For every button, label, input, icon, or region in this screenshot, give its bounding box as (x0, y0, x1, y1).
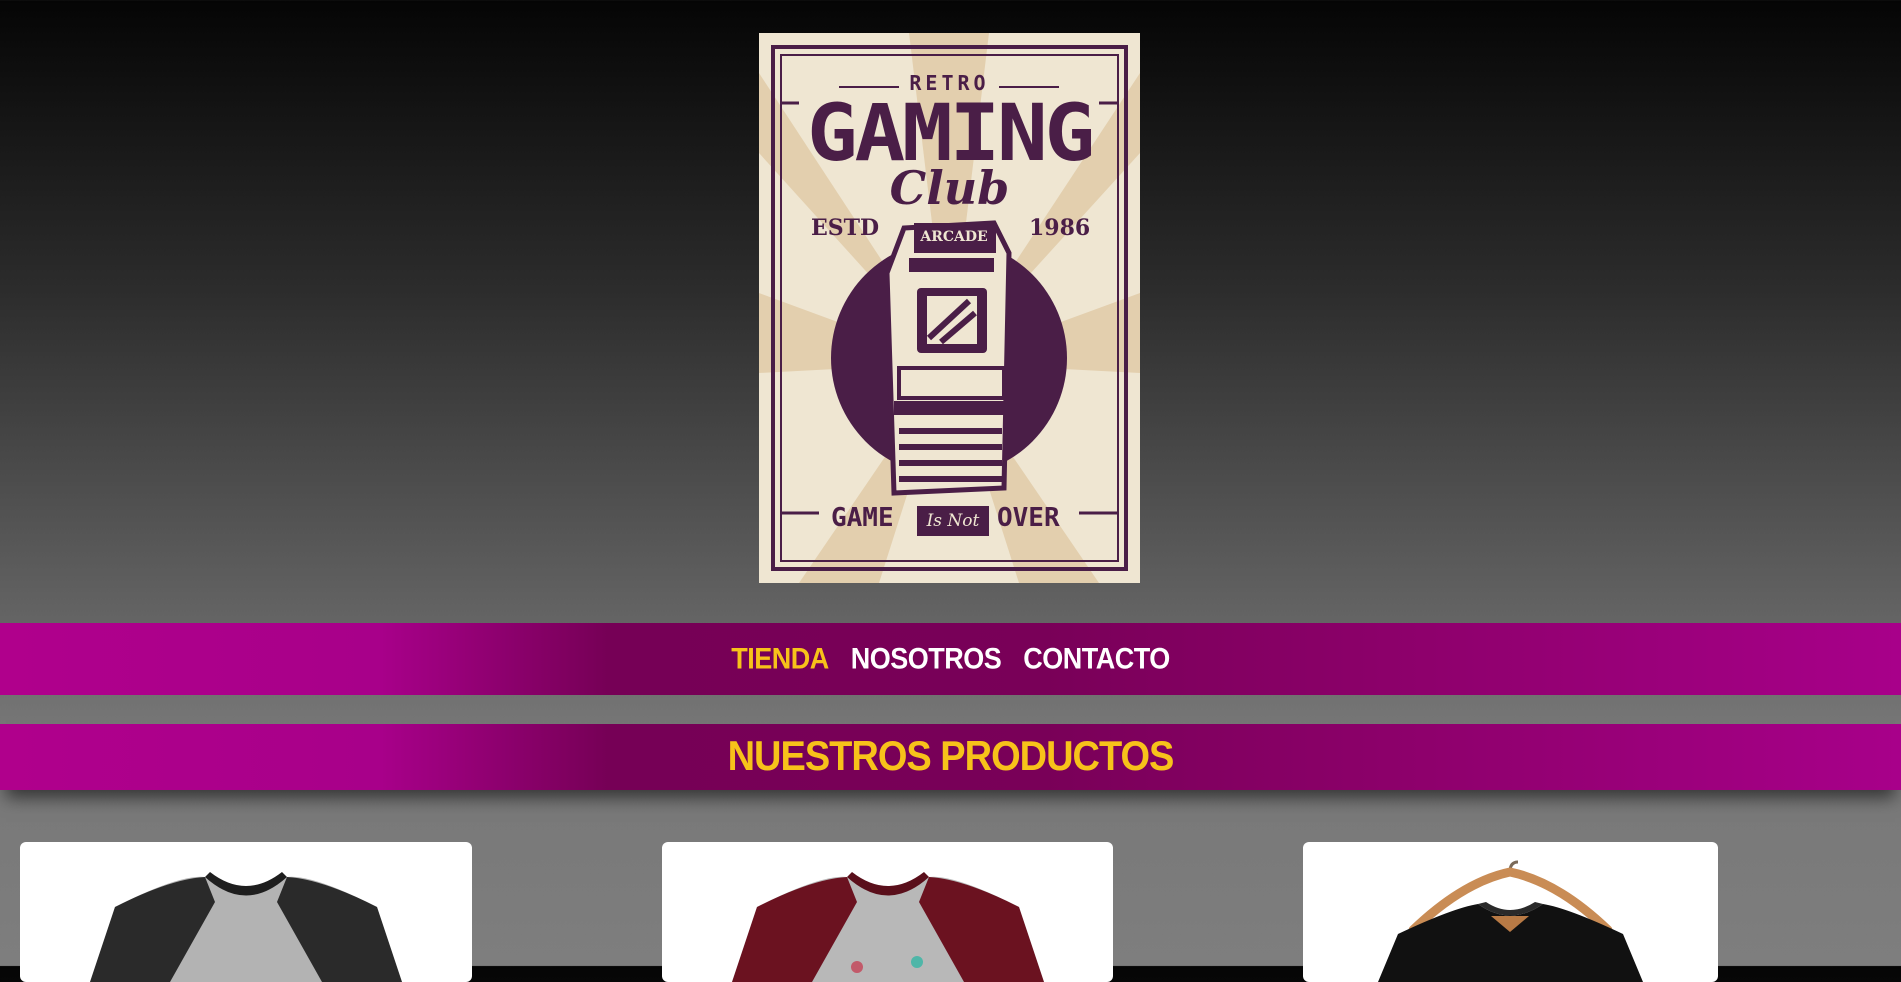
products-section-header: NUESTROS PRODUCTOS (0, 724, 1901, 790)
maroon-raglan-shirt-image (732, 872, 1044, 982)
poster-arcade-text: ARCADE (920, 229, 988, 245)
products-section-title: NUESTROS PRODUCTOS (727, 733, 1175, 780)
poster-estd-text: ESTD (811, 215, 880, 241)
black-shirt-hanger-image (1378, 860, 1643, 982)
nav-link-tienda[interactable]: TIENDA (731, 642, 829, 675)
poster-over-text: OVER (997, 503, 1060, 533)
poster-game-text: GAME (831, 503, 894, 533)
arcade-cabinet-icon (884, 220, 1012, 496)
product-card[interactable] (662, 842, 1113, 982)
retro-gaming-club-poster: RETRO GAMING Club ESTD 1986 ARCADE GAME … (759, 33, 1140, 583)
main-nav: TIENDA NOSOTROS CONTACTO (0, 623, 1901, 695)
product-card[interactable] (20, 842, 472, 982)
product-card[interactable] (1303, 842, 1718, 982)
poster-year-text: 1986 (1029, 215, 1091, 241)
poster-club-text: Club (889, 161, 1010, 215)
poster-isnot-text: Is Not (917, 506, 989, 536)
nav-link-contacto[interactable]: CONTACTO (1023, 642, 1170, 675)
nav-link-nosotros[interactable]: NOSOTROS (851, 642, 1002, 675)
black-raglan-shirt-image (90, 872, 402, 982)
header: RETRO GAMING Club ESTD 1986 ARCADE GAME … (0, 0, 1901, 620)
